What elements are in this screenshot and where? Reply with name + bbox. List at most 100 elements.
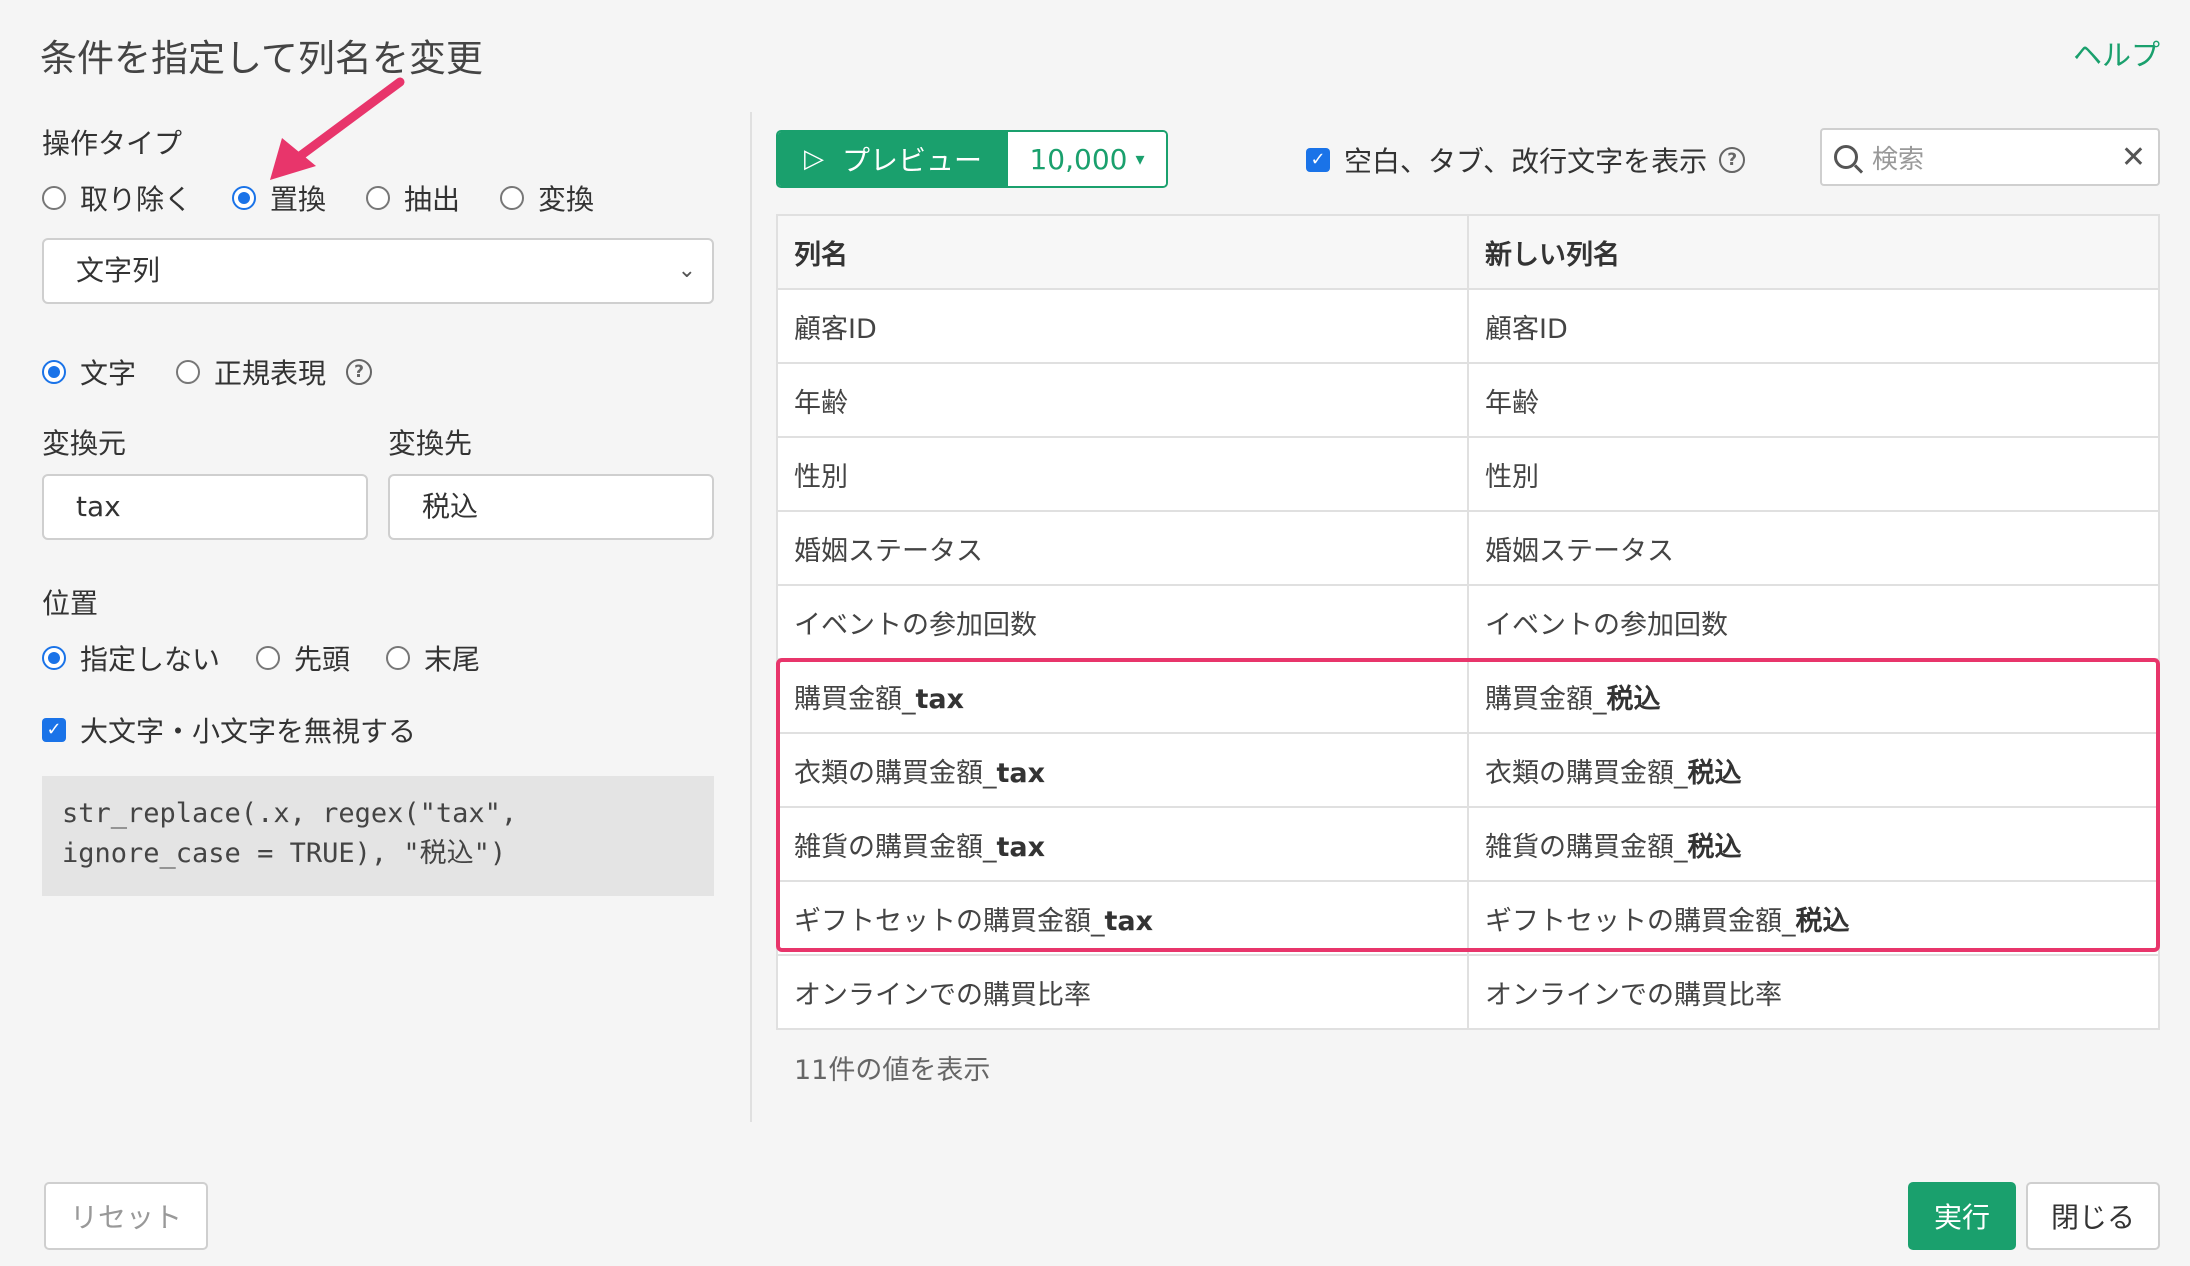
table-row: 雑貨の購買金額_tax 雑貨の購買金額_税込 [776,806,2160,882]
cell-match-text: tax [1104,905,1154,937]
cell-old-name: 婚姻ステータス [776,510,1469,586]
table-row: オンラインでの購買比率 オンラインでの購買比率 [776,954,2160,1030]
position-none-radio[interactable]: 指定しない [42,638,220,678]
table-header-row: 列名 新しい列名 [776,214,2160,290]
operation-remove-radio[interactable]: 取り除く [42,178,192,218]
cell-new-name: 衣類の購買金額_税込 [1467,732,2160,808]
cell-old-name: オンラインでの購買比率 [776,954,1469,1030]
cell-new-name: 年齢 [1467,362,2160,438]
position-radios: 指定しない 先頭 末尾 [42,638,480,678]
play-icon: ▷ [803,144,824,174]
caret-down-icon: ▾ [1135,148,1145,170]
match-regex-radio[interactable]: 正規表現 [176,352,326,392]
match-text-radio[interactable]: 文字 [42,352,136,392]
cell-new-name: 購買金額_税込 [1467,658,2160,734]
radio-icon [256,646,281,670]
table-row: ギフトセットの購買金額_tax ギフトセットの購買金額_税込 [776,880,2160,956]
cell-text: 年齢 [794,387,848,419]
cell-old-name: 衣類の購買金額_tax [776,732,1469,808]
checkbox-checked-icon: ✓ [42,718,66,742]
search-box[interactable]: 検索 ✕ [1820,128,2160,186]
row-count-value: 10,000 [1029,142,1128,176]
replace-to-label: 変換先 [388,427,473,460]
position-label: 位置 [42,587,99,620]
replace-to-input[interactable]: 税込 [388,474,714,540]
cell-old-name: ギフトセットの購買金額_tax [776,880,1469,956]
run-button[interactable]: 実行 [1908,1182,2016,1250]
value-count-text: 11件の値を表示 [794,1055,991,1086]
show-whitespace-checkbox[interactable]: ✓ 空白、タブ、改行文字を表示 ? [1306,140,1746,180]
operation-remove-label: 取り除く [80,183,193,216]
column-header-old: 列名 [776,214,1469,290]
table-row: 購買金額_tax 購買金額_税込 [776,658,2160,734]
search-icon [1834,145,1858,169]
replace-from-label: 変換元 [42,427,127,460]
preview-button[interactable]: ▷ プレビュー [778,132,1008,186]
cell-text: イベントの参加回数 [794,609,1037,641]
position-start-radio[interactable]: 先頭 [256,638,350,678]
position-start-label: 先頭 [294,643,351,676]
cell-new-name: 婚姻ステータス [1467,510,2160,586]
cell-text: イベントの参加回数 [1485,609,1728,641]
operation-type-radios: 取り除く 置換 抽出 変換 [42,178,594,218]
operation-extract-label: 抽出 [404,183,461,216]
close-button[interactable]: 閉じる [2026,1182,2160,1250]
preview-label: プレビュー [841,144,982,177]
annotation-arrow-icon [270,77,405,180]
cell-old-name: 雑貨の購買金額_tax [776,806,1469,882]
radio-selected-icon [42,360,66,384]
radio-selected-icon [232,186,257,210]
cell-new-name: ギフトセットの購買金額_税込 [1467,880,2160,956]
position-none-label: 指定しない [80,643,221,676]
close-icon[interactable]: ✕ [2121,140,2146,175]
question-icon[interactable]: ? [1719,147,1746,173]
cell-new-name: オンラインでの購買比率 [1467,954,2160,1030]
cell-new-name: 顧客ID [1467,288,2160,364]
cell-text: オンラインでの購買比率 [794,979,1091,1011]
radio-icon [366,186,391,210]
cell-text: 雑貨の購買金額_ [1485,831,1688,863]
cell-new-name: 性別 [1467,436,2160,512]
table-row: 顧客ID 顧客ID [776,288,2160,364]
operation-convert-radio[interactable]: 変換 [500,178,594,218]
question-icon[interactable]: ? [346,359,373,385]
dialog-title: 条件を指定して列名を変更 [40,37,483,80]
cell-match-text: tax [996,831,1046,863]
reset-button[interactable]: リセット [44,1182,208,1250]
cell-match-text: 税込 [1606,683,1661,715]
operation-extract-radio[interactable]: 抽出 [366,178,460,218]
help-link[interactable]: ヘルプ [2073,32,2160,74]
cell-new-name: イベントの参加回数 [1467,584,2160,660]
cell-match-text: tax [996,757,1046,789]
type-select[interactable]: 文字列 ⌄ [42,238,714,304]
radio-icon [176,360,201,384]
position-end-radio[interactable]: 末尾 [386,638,480,678]
replace-from-input[interactable]: tax [42,474,368,540]
operation-replace-label: 置換 [270,183,327,216]
search-input[interactable]: 検索 [1872,139,1924,176]
cell-text: ギフトセットの購買金額_ [1485,905,1796,937]
row-count-dropdown[interactable]: 10,000 ▾ [1008,132,1166,186]
type-select-value: 文字列 [76,254,161,287]
checkbox-checked-icon: ✓ [1306,148,1330,172]
cell-match-text: 税込 [1687,757,1742,789]
operation-type-label: 操作タイプ [42,127,183,160]
match-regex-label: 正規表現 [214,357,327,390]
cell-old-name: 年齢 [776,362,1469,438]
cell-text: 婚姻ステータス [1485,535,1674,567]
radio-icon [386,646,411,670]
table-row: 婚姻ステータス 婚姻ステータス [776,510,2160,586]
ignore-case-checkbox[interactable]: ✓ 大文字・小文字を無視する [42,710,416,750]
cell-old-name: 購買金額_tax [776,658,1469,734]
cell-text: 年齢 [1485,387,1539,419]
cell-text: 性別 [1485,461,1539,493]
table-row: 衣類の購買金額_tax 衣類の購買金額_税込 [776,732,2160,808]
cell-match-text: tax [915,683,965,715]
radio-icon [42,186,66,210]
cell-text: 衣類の購買金額_ [1485,757,1688,789]
position-end-label: 末尾 [424,643,481,676]
cell-text: オンラインでの購買比率 [1485,979,1782,1011]
operation-replace-radio[interactable]: 置換 [232,178,326,218]
cell-old-name: 性別 [776,436,1469,512]
column-preview-table: 列名 新しい列名 顧客ID 顧客ID 年齢 年齢 性別 性別 婚姻ステータス 婚姻ステータスイ… [776,214,2160,1030]
